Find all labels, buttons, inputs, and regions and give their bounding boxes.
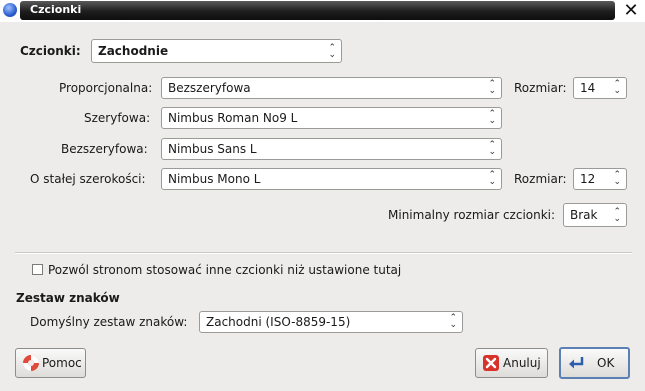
chevron-updown-icon: ⌃ ⌄: [613, 79, 621, 96]
chevron-updown-icon: ⌃ ⌄: [613, 207, 621, 224]
sans-select[interactable]: Nimbus Sans L ⌃ ⌄: [161, 138, 502, 160]
app-icon: [3, 3, 17, 17]
allow-pages-label[interactable]: Pozwól stronom stosować inne czcionki ni…: [48, 263, 401, 277]
chevron-updown-icon: ⌃ ⌄: [488, 140, 496, 157]
sans-label: Bezszeryfowa:: [61, 142, 148, 156]
ok-label: OK: [597, 356, 615, 370]
allow-pages-checkbox[interactable]: [32, 264, 43, 275]
size-label-proportional: Rozmiar:: [514, 81, 567, 95]
close-icon[interactable]: ✕: [620, 1, 642, 21]
charset-select[interactable]: Zachodni (ISO-8859-15) ⌃ ⌄: [199, 311, 463, 333]
fonts-for-value: Zachodnie: [98, 44, 169, 58]
min-size-select[interactable]: Brak ⌃ ⌄: [563, 203, 627, 227]
title-bar-background[interactable]: [20, 1, 615, 20]
fonts-for-select[interactable]: Zachodnie ⌃ ⌄: [91, 39, 342, 63]
chevron-updown-icon: ⌃ ⌄: [488, 79, 496, 96]
charset-value: Zachodni (ISO-8859-15): [206, 315, 351, 329]
size-value-mono: 12: [580, 172, 596, 186]
proportional-value: Bezszeryfowa: [168, 81, 251, 95]
cancel-icon: [483, 355, 499, 371]
enter-arrow-icon: [569, 357, 584, 369]
mono-label: O stałej szerokości:: [30, 172, 146, 186]
ok-button[interactable]: OK: [559, 347, 630, 379]
size-value-proportional: 14: [580, 81, 596, 95]
fonts-for-label: Czcionki:: [20, 44, 81, 58]
serif-select[interactable]: Nimbus Roman No9 L ⌃ ⌄: [161, 107, 502, 129]
cancel-label: Anuluj: [503, 356, 541, 370]
charset-label: Domyślny zestaw znaków:: [30, 315, 188, 329]
min-size-value: Brak: [570, 208, 598, 222]
proportional-select[interactable]: Bezszeryfowa ⌃ ⌄: [161, 77, 502, 99]
size-select-proportional[interactable]: 14 ⌃ ⌄: [573, 77, 627, 99]
cancel-button[interactable]: Anuluj: [475, 348, 548, 378]
sans-value: Nimbus Sans L: [168, 142, 257, 156]
mono-select[interactable]: Nimbus Mono L ⌃ ⌄: [161, 168, 502, 190]
lifebuoy-icon: [23, 355, 39, 371]
chevron-updown-icon: ⌃ ⌄: [449, 313, 457, 330]
size-label-mono: Rozmiar:: [514, 172, 567, 186]
separator: [15, 252, 632, 254]
min-size-label: Minimalny rozmiar czcionki:: [388, 208, 556, 222]
chevron-updown-icon: ⌃ ⌄: [488, 109, 496, 126]
chevron-updown-icon: ⌃ ⌄: [613, 170, 621, 187]
window-title: Czcionki: [30, 3, 82, 16]
title-bar: Czcionki ✕: [0, 0, 645, 22]
serif-value: Nimbus Roman No9 L: [168, 111, 298, 125]
charset-heading: Zestaw znaków: [16, 291, 120, 305]
serif-label: Szeryfowa:: [84, 111, 151, 125]
chevron-updown-icon: ⌃ ⌄: [488, 170, 496, 187]
size-select-mono[interactable]: 12 ⌃ ⌄: [573, 168, 627, 190]
proportional-label: Proporcjonalna:: [59, 81, 153, 95]
help-button[interactable]: Pomoc: [15, 348, 86, 378]
mono-value: Nimbus Mono L: [168, 172, 261, 186]
help-label: Pomoc: [42, 356, 82, 370]
chevron-updown-icon: ⌃ ⌄: [328, 43, 336, 60]
